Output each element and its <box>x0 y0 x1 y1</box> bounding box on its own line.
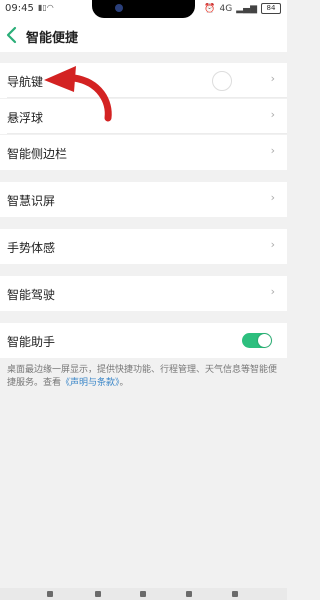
camera-notch <box>92 0 195 18</box>
nav-indicator-icon <box>186 591 192 597</box>
nav-indicator-icon <box>47 591 53 597</box>
row-label: 智能助手 <box>7 335 56 349</box>
toggle-knob <box>258 334 271 347</box>
status-icons: ⏰ 4G ▂▄▆ 84 <box>204 3 281 14</box>
alarm-icon: ⏰ <box>204 3 216 14</box>
app-header: 智能便捷 <box>0 20 287 52</box>
chevron-right-icon: › <box>270 72 275 85</box>
bottom-nav-bar <box>0 588 287 600</box>
network-label: 4G <box>219 3 233 14</box>
status-bar: 09:45 ▮▯◠ ⏰ 4G ▂▄▆ 84 <box>0 0 287 20</box>
status-time: 09:45 <box>5 3 34 14</box>
annotation-arrow-icon <box>44 66 112 122</box>
terms-link[interactable]: 《声明与条款》 <box>61 378 120 388</box>
divider <box>7 133 287 134</box>
chevron-right-icon: › <box>270 238 275 251</box>
row-label: 手势体感 <box>7 241 56 255</box>
description-text: 桌面最边缘一屏显示，提供快捷功能、行程管理、天气信息等智能便捷服务。查看 <box>7 365 278 388</box>
row-smart-screen-recognition[interactable]: 智慧识屏 › <box>0 182 287 217</box>
row-smart-driving[interactable]: 智能驾驶 › <box>0 276 287 311</box>
nav-indicator-icon <box>140 591 146 597</box>
page-title: 智能便捷 <box>26 31 79 46</box>
cell-signal-icon: ▂▄▆ <box>236 3 257 14</box>
assistant-description: 桌面最边缘一屏显示，提供快捷功能、行程管理、天气信息等智能便捷服务。查看《声明与… <box>7 364 277 390</box>
row-label: 智能驾驶 <box>7 288 56 302</box>
chevron-right-icon: › <box>270 191 275 204</box>
signal-icon: ▮▯◠ <box>38 3 54 12</box>
assistant-toggle[interactable] <box>242 333 272 348</box>
chevron-right-icon: › <box>270 285 275 298</box>
battery-icon: 84 <box>261 3 281 14</box>
nav-indicator-icon <box>95 591 101 597</box>
chevron-right-icon: › <box>270 108 275 121</box>
nav-indicator-icon <box>232 591 238 597</box>
radio-indicator <box>212 71 232 91</box>
row-label: 智能侧边栏 <box>7 147 68 161</box>
row-smart-sidebar[interactable]: 智能侧边栏 › <box>0 135 287 170</box>
row-gesture-motion[interactable]: 手势体感 › <box>0 229 287 264</box>
row-smart-assistant: 智能助手 <box>0 323 287 358</box>
camera-icon <box>115 4 123 12</box>
description-end: 。 <box>119 378 129 388</box>
row-label: 智慧识屏 <box>7 194 56 208</box>
back-arrow-icon[interactable] <box>5 25 19 45</box>
chevron-right-icon: › <box>270 144 275 157</box>
